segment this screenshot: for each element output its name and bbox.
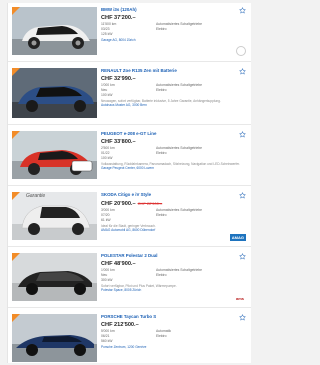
dealer-link[interactable]: Garage AG, 8004 Zürich <box>101 38 241 42</box>
listing-photo[interactable] <box>12 253 97 301</box>
listing-photo[interactable] <box>12 131 97 179</box>
dealer-logo-icon: AMAG <box>229 234 246 241</box>
listing-card[interactable]: Garantie SKODA Citigo e iV Style CHF 20'… <box>8 188 251 247</box>
listing-specs: 3'000 km 07/20 61 kW Automatisiertes Schal… <box>101 208 202 222</box>
listing-specs: 5'000 km 06/21 560 kW Automatik Elektro <box>101 329 172 343</box>
listing-price: CHF 37'200.– <box>101 15 136 21</box>
listing-title[interactable]: POLESTAR Polestar 2 Dual <box>101 253 241 259</box>
listing-title[interactable]: RENAULT Zoe R135 Zen mit Batterie <box>101 68 241 74</box>
listing-price: CHF 48'900.– <box>101 261 136 267</box>
listing-specs: 1'000 km Neu 100 kW Automatisiertes Schalt… <box>101 83 202 97</box>
warranty-tag: Garantie <box>26 193 46 199</box>
listing-price: CHF 32'990.– <box>101 76 136 82</box>
listing-card[interactable]: PEUGEOT e-208 e-GT Line CHF 33'800.– 2'5… <box>8 127 251 186</box>
dealer-link[interactable]: Autohaus Muster AG, 3000 Bern <box>101 103 241 107</box>
car-photo-icon <box>12 192 97 240</box>
dealer-link[interactable]: Garage Peugeot Center, 6000 Luzern <box>101 166 241 170</box>
previous-price: CHF 22'900.– <box>137 201 163 206</box>
listing-card[interactable]: RENAULT Zoe R135 Zen mit Batterie CHF 32… <box>8 64 251 125</box>
listing-specs: 2'500 km 01/22 100 kW Automatisiertes Scha… <box>101 146 202 160</box>
listing-photo[interactable] <box>12 314 97 362</box>
listing-card[interactable]: POLESTAR Polestar 2 Dual CHF 48'900.– 1'… <box>8 249 251 308</box>
car-photo-icon <box>12 131 97 179</box>
listing-photo[interactable]: Garantie <box>12 192 97 240</box>
car-photo-icon <box>12 7 97 55</box>
listing-price: CHF 212'500.– <box>101 322 139 328</box>
listing-title[interactable]: BMW i3s (120Ah) <box>101 7 241 13</box>
listing-title[interactable]: SKODA Citigo e iV Style <box>101 192 241 198</box>
listing-title[interactable]: PORSCHE Taycan Turbo S <box>101 314 241 320</box>
dealer-link[interactable]: Polestar Space, 8005 Zürich <box>101 288 241 292</box>
car-photo-icon <box>12 314 97 362</box>
listing-card[interactable]: BMW i3s (120Ah) CHF 37'200.– 11'500 km 03… <box>8 3 251 62</box>
dealer-link[interactable]: Porsche Zentrum, 1200 Genève <box>101 345 241 349</box>
results-list: BMW i3s (120Ah) CHF 37'200.– 11'500 km 03… <box>7 3 251 363</box>
listing-price: CHF 33'800.– <box>101 139 136 145</box>
listing-photo[interactable] <box>12 7 97 55</box>
dealer-link[interactable]: AMAG Automobil AG, 8600 Dübendorf <box>101 228 241 232</box>
dealer-logo-icon <box>236 46 246 56</box>
listing-photo[interactable] <box>12 68 97 118</box>
listing-price: CHF 20'900.– CHF 22'900.– <box>101 201 163 207</box>
listing-card[interactable]: PORSCHE Taycan Turbo S CHF 212'500.– 5'0… <box>8 310 251 362</box>
dealer-logo-icon: ams <box>235 296 244 301</box>
listing-title[interactable]: PEUGEOT e-208 e-GT Line <box>101 131 241 137</box>
car-photo-icon <box>12 68 97 118</box>
listing-specs: 1'000 km Neu 300 kW Automatisiertes Schalt… <box>101 268 202 282</box>
car-photo-icon <box>12 253 97 301</box>
listing-specs: 11'500 km 03/23 125 kW Automatisiertes Sch… <box>101 22 202 36</box>
